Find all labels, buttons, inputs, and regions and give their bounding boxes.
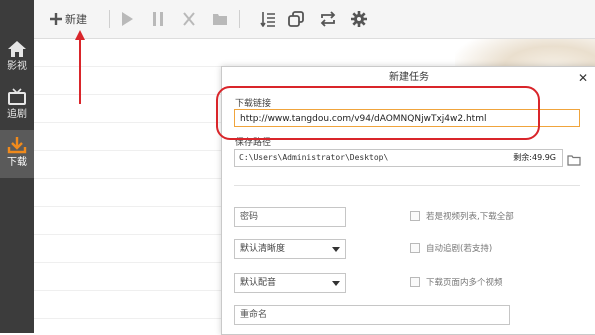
chevron-down-icon [332,281,340,286]
option-multi-video[interactable]: 下载页面内多个视频 [410,275,503,289]
browse-folder-button[interactable] [567,151,581,170]
quality-select[interactable]: 默认清晰度 [234,239,346,259]
option-download-all[interactable]: 若是视频列表,下载全部 [410,209,514,223]
rename-input[interactable]: 重命名 [234,305,510,325]
save-path-value: C:\Users\Administrator\Desktop\ [239,153,389,162]
chevron-down-icon [332,247,340,252]
option-label: 若是视频列表,下载全部 [426,212,514,222]
option-auto-follow[interactable]: 自动追剧(若支持) [410,241,492,255]
quality-select-value: 默认清晰度 [240,244,286,254]
dialog-title: 新建任务 [389,72,429,83]
option-label: 自动追剧(若支持) [426,244,493,254]
checkbox[interactable] [410,277,420,287]
free-space-label: 剩余:49.9G [513,153,556,162]
option-label: 下载页面内多个视频 [426,278,503,288]
url-input[interactable]: http://www.tangdou.com/v94/dAOMNQNjwTxj4… [234,109,580,127]
checkbox[interactable] [410,243,420,253]
section-divider [234,185,580,186]
password-input[interactable]: 密码 [234,207,346,227]
close-icon[interactable]: ✕ [578,71,588,85]
checkbox[interactable] [410,211,420,221]
save-path-label: 保存路径 [235,138,272,148]
new-task-dialog: 新建任务 ✕ 下载链接 http://www.tangdou.com/v94/d… [221,66,595,335]
audio-select-value: 默认配音 [240,278,277,288]
audio-select[interactable]: 默认配音 [234,273,346,293]
folder-icon [567,155,581,166]
url-label: 下载链接 [235,99,272,109]
save-path-field[interactable]: C:\Users\Administrator\Desktop\ 剩余:49.9G [234,149,563,167]
